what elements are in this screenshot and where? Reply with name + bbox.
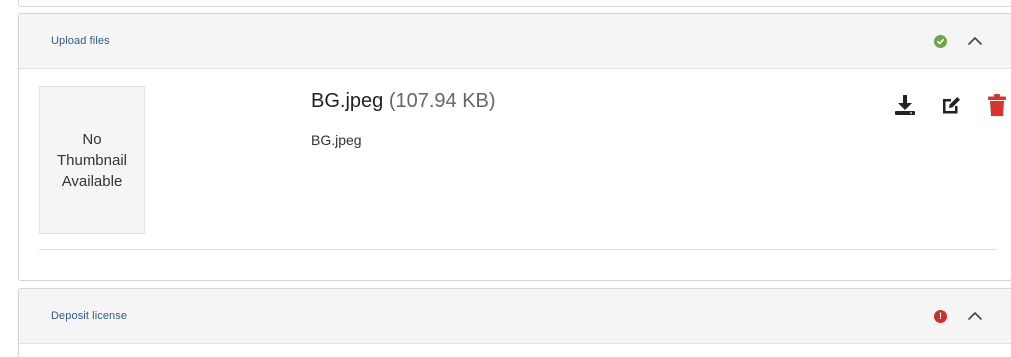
trash-icon[interactable] — [985, 92, 1009, 118]
file-actions — [893, 92, 1009, 118]
upload-header-controls — [934, 31, 985, 51]
file-description: BG.jpeg — [311, 132, 362, 148]
page: Upload files No Thumbnail Available BG.j… — [0, 0, 1011, 357]
previous-panel-edge — [18, 0, 1011, 7]
thumbnail-placeholder: No Thumbnail Available — [39, 86, 145, 234]
exclamation-circle-icon: ! — [934, 309, 947, 323]
file-title: BG.jpeg (107.94 KB) — [311, 90, 496, 113]
file-size: (107.94 KB) — [388, 90, 496, 112]
file-row: No Thumbnail Available BG.jpeg (107.94 K… — [39, 84, 1006, 250]
upload-files-panel: Upload files No Thumbnail Available BG.j… — [18, 13, 1011, 281]
download-icon[interactable] — [893, 92, 917, 118]
edit-icon[interactable] — [939, 92, 963, 118]
chevron-up-icon[interactable] — [965, 306, 985, 326]
upload-files-title: Upload files — [51, 35, 110, 47]
deposit-header-controls: ! — [934, 306, 985, 326]
deposit-license-title: Deposit license — [51, 310, 128, 322]
thumbnail-text: No Thumbnail Available — [56, 130, 128, 190]
deposit-license-header[interactable]: Deposit license ! — [19, 289, 1011, 344]
deposit-license-panel: Deposit license ! — [18, 288, 1011, 357]
check-circle-icon — [934, 34, 947, 48]
file-name: BG.jpeg — [311, 90, 384, 112]
chevron-up-icon[interactable] — [965, 31, 985, 51]
upload-files-header[interactable]: Upload files — [19, 14, 1011, 69]
